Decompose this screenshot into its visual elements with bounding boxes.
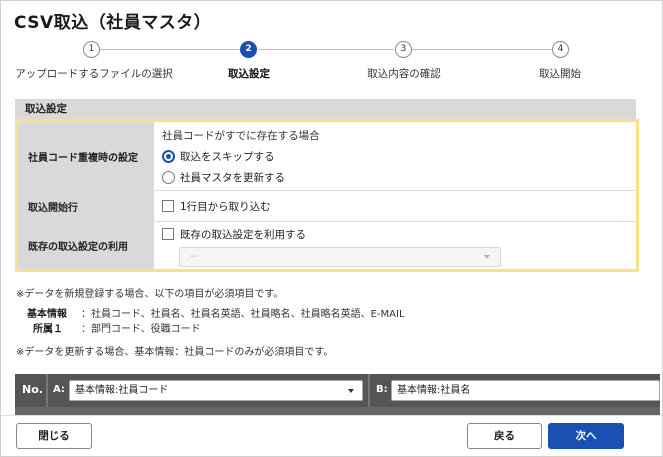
first-row-checkbox-label[interactable]: 1行目から取り込む: [180, 199, 271, 214]
new-register-note: ※データを新規登録する場合、以下の項目が必須項目です。: [16, 289, 284, 300]
mapping-divider: [46, 374, 48, 407]
stepper-line: [258, 49, 394, 50]
dialog-footer: 閉じる 戻る 次へ: [1, 415, 662, 456]
affiliation-value: ：部門コード、役職コード: [81, 324, 201, 335]
update-master-radio[interactable]: [162, 171, 175, 184]
step-3-circle: 3: [395, 41, 412, 58]
step-2-circle: 2: [240, 41, 257, 58]
column-mapping-header: No. A: 基本情報:社員コード B: 基本情報:社員名: [15, 374, 660, 407]
duplicate-setting-row: 社員コード重複時の設定 社員コードがすでに存在する場合 取込をスキップする 社員…: [18, 122, 636, 191]
mapping-column-b-letter: B:: [376, 384, 388, 395]
back-button[interactable]: 戻る: [467, 423, 542, 449]
use-existing-checkbox[interactable]: [162, 228, 174, 240]
start-row-setting-row: 取込開始行 1行目から取り込む: [18, 191, 636, 222]
start-row-label: 取込開始行: [18, 191, 154, 221]
duplicate-setting-content: 社員コードがすでに存在する場合 取込をスキップする 社員マスタを更新する: [154, 122, 636, 190]
chevron-down-icon: [484, 255, 490, 259]
basic-info-label: 基本情報: [27, 309, 67, 320]
step-2-label: 取込設定: [228, 68, 270, 80]
start-row-content: 1行目から取り込む: [154, 191, 636, 221]
chevron-down-icon: [348, 389, 354, 393]
mapping-column-b-value: 基本情報:社員名: [397, 385, 471, 396]
existing-setting-row: 既存の取込設定の利用 既存の取込設定を利用する --: [18, 222, 636, 269]
mapping-no-header: No.: [22, 383, 43, 396]
mapping-column-a-letter: A:: [53, 384, 65, 395]
update-master-label[interactable]: 社員マスタを更新する: [180, 170, 285, 185]
step-1-circle: 1: [83, 41, 100, 58]
stepper-line: [412, 49, 552, 50]
stepper-line: [100, 49, 240, 50]
mapping-row: [15, 407, 660, 415]
settings-section-header: 取込設定: [15, 99, 636, 119]
step-3-label: 取込内容の確認: [367, 68, 441, 80]
skip-import-radio[interactable]: [162, 150, 175, 163]
use-existing-checkbox-label[interactable]: 既存の取込設定を利用する: [180, 227, 306, 242]
existing-setting-content: 既存の取込設定を利用する --: [154, 222, 636, 269]
affiliation-label: 所属１: [33, 324, 63, 335]
duplicate-description: 社員コードがすでに存在する場合: [162, 130, 320, 142]
existing-settings-select: --: [179, 247, 501, 267]
update-note: ※データを更新する場合、基本情報：社員コードのみが必須項目です。: [16, 347, 334, 358]
mapping-column-a-value: 基本情報:社員コード: [75, 385, 169, 396]
duplicate-setting-label: 社員コード重複時の設定: [18, 122, 154, 190]
step-4-circle: 4: [552, 41, 569, 58]
step-1-label: アップロードするファイルの選択: [15, 68, 173, 80]
basic-info-value: ：社員コード、社員名、社員名英語、社員略名、社員略名英語、E-MAIL: [81, 309, 405, 320]
step-4-label: 取込開始: [539, 68, 581, 80]
mapping-column-b-select[interactable]: 基本情報:社員名: [391, 380, 660, 401]
next-button[interactable]: 次へ: [548, 423, 624, 449]
skip-import-label[interactable]: 取込をスキップする: [180, 149, 275, 164]
mapping-divider: [368, 374, 370, 407]
dialog-title: CSV取込（社員マスタ）: [14, 13, 212, 33]
mapping-column-a-select[interactable]: 基本情報:社員コード: [69, 380, 363, 401]
existing-setting-label: 既存の取込設定の利用: [18, 222, 154, 269]
settings-panel: 社員コード重複時の設定 社員コードがすでに存在する場合 取込をスキップする 社員…: [15, 119, 639, 272]
first-row-checkbox[interactable]: [162, 200, 174, 212]
close-button[interactable]: 閉じる: [16, 423, 92, 449]
existing-settings-select-value: --: [190, 251, 198, 262]
